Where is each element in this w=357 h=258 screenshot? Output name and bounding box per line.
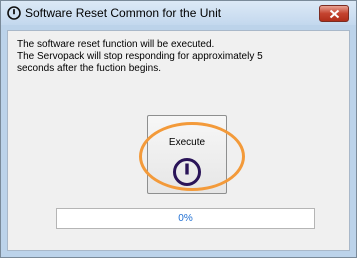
window-title: Software Reset Common for the Unit [25,6,222,20]
highlight-ring [139,122,245,191]
power-icon [7,6,21,20]
close-button[interactable] [319,5,349,22]
message-line: The software reset function will be exec… [17,39,215,50]
message-text: The software reset function will be exec… [17,39,317,75]
close-icon [329,9,340,19]
message-line: The Servopack will stop responding for a… [17,51,263,62]
progress-bar: 0% [56,208,315,229]
dialog-body: The software reset function will be exec… [7,30,350,251]
dialog-window: Software Reset Common for the Unit The s… [0,0,357,258]
title-bar[interactable]: Software Reset Common for the Unit [1,1,356,25]
message-line: seconds after the fuction begins. [17,63,161,74]
progress-percent: 0% [178,213,193,224]
